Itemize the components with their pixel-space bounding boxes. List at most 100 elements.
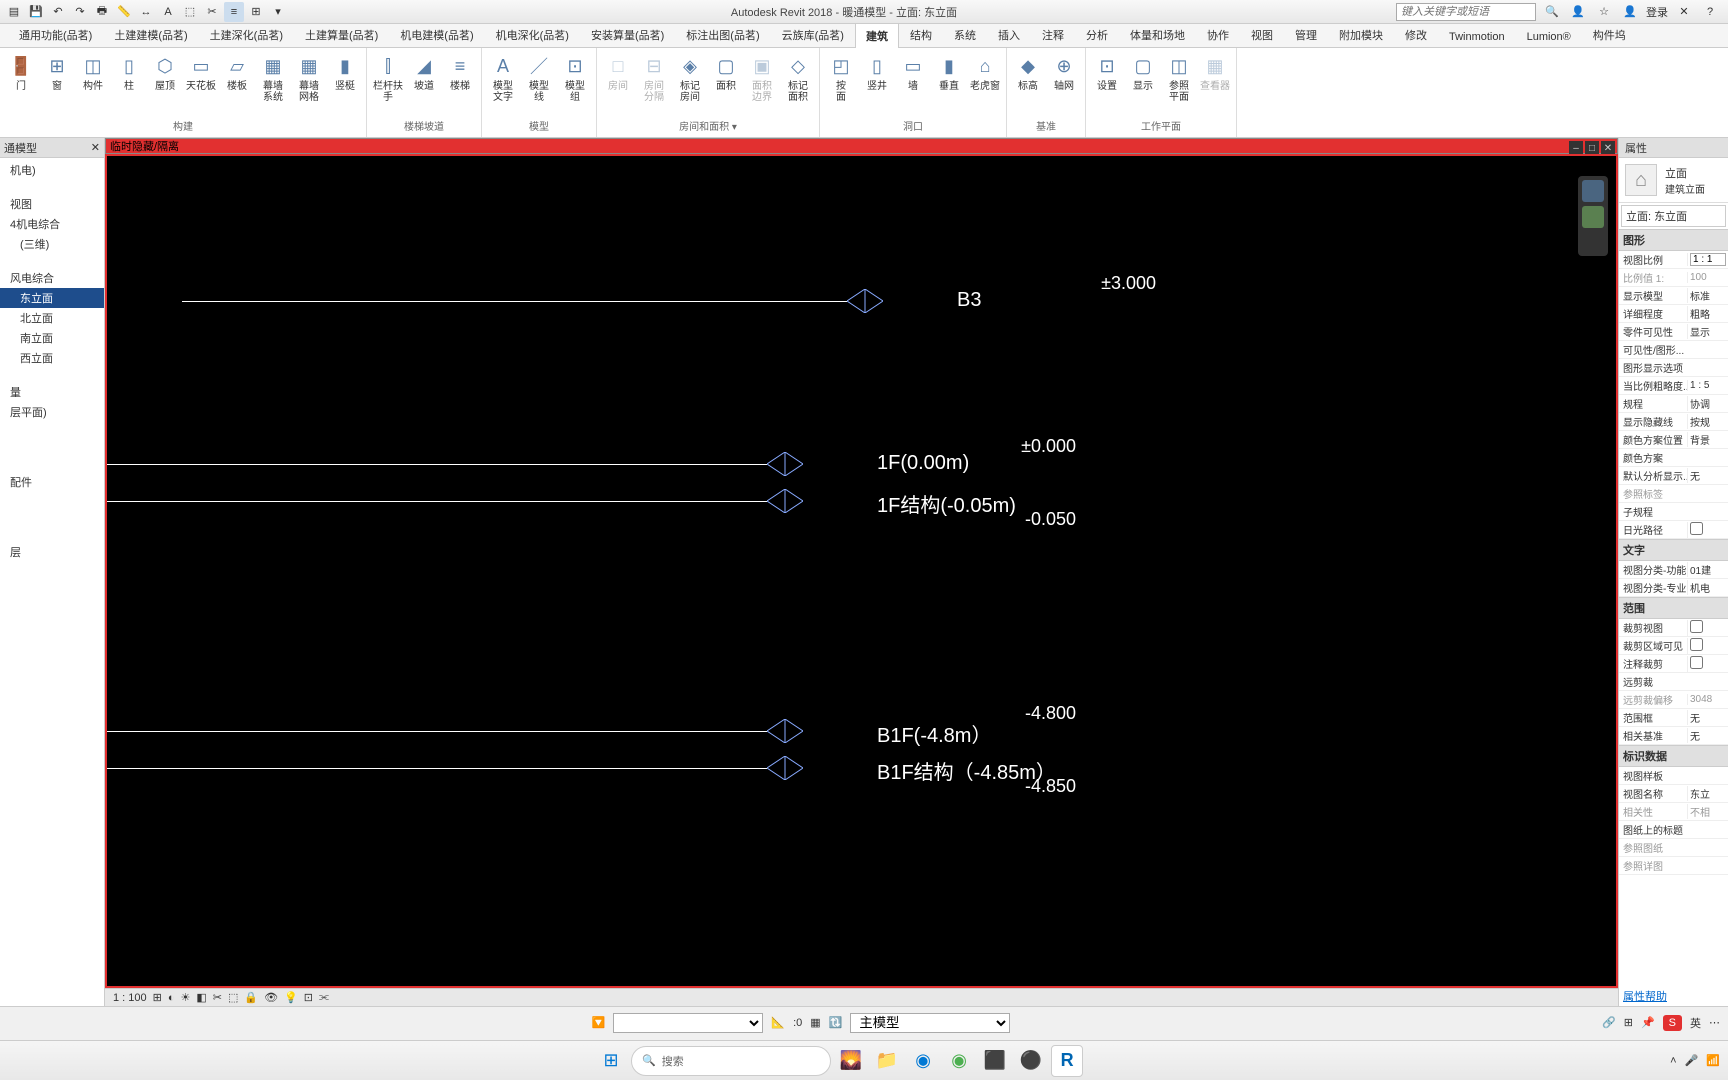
props-row[interactable]: 颜色方案位置背景 [1619,431,1728,449]
tree-item-12[interactable]: 层 [0,542,104,562]
tree-item-8[interactable]: 西立面 [0,348,104,368]
level-name[interactable]: 1F结构(-0.05m) [877,489,1016,518]
ribbon-btn-5-1[interactable]: ⊕轴网 [1047,50,1081,94]
ribbon-tab-5[interactable]: 机电深化(品茗) [485,22,580,47]
props-row[interactable]: 视图名称东立 [1619,785,1728,803]
view-close[interactable]: ✕ [1601,141,1615,155]
props-row[interactable]: 详细程度粗略 [1619,305,1728,323]
tray-mic-icon[interactable]: 🎤 [1685,1054,1699,1067]
ribbon-tab-9[interactable]: 建筑 [855,23,899,48]
ribbon-btn-0-7[interactable]: ▦幕墙系统 [256,50,290,105]
selection-filter-icon[interactable]: 🔽 [592,1016,606,1029]
tree-item-7[interactable]: 南立面 [0,328,104,348]
ribbon-btn-0-8[interactable]: ▦幕墙网格 [292,50,326,105]
level-line[interactable] [107,501,767,502]
visual-style-icon[interactable]: ◐ [168,992,175,1004]
taskbar-app-1[interactable]: 🌄 [835,1045,867,1077]
props-group-header[interactable]: 文字 [1619,539,1728,561]
ribbon-btn-4-1[interactable]: ▯竖井 [860,50,894,94]
status-more-icon[interactable]: ⋯ [1709,1016,1720,1029]
props-row[interactable]: 视图分类-功能01建 [1619,561,1728,579]
search-icon[interactable]: 🔍 [1542,2,1562,22]
props-row[interactable]: 子规程 [1619,503,1728,521]
qat-close[interactable]: ⊞ [246,2,266,22]
select-underlay-icon[interactable]: ⊞ [1624,1016,1633,1029]
qat-text[interactable]: A [158,2,178,22]
ribbon-tab-16[interactable]: 协作 [1196,22,1240,47]
editable-only-icon[interactable]: 🔃 [829,1016,843,1029]
props-row[interactable]: 视图样板 [1619,767,1728,785]
ribbon-tab-14[interactable]: 分析 [1075,22,1119,47]
ribbon-btn-6-0[interactable]: ⊡设置 [1090,50,1124,94]
level-marker-icon[interactable] [767,719,803,743]
ribbon-btn-0-1[interactable]: ⊞窗 [40,50,74,94]
qat-undo[interactable]: ↶ [48,2,68,22]
tree-item-4[interactable]: 风电综合 [0,268,104,288]
ribbon-tab-17[interactable]: 视图 [1240,22,1284,47]
ribbon-btn-0-9[interactable]: ▮竖梃 [328,50,362,94]
tree-item-2[interactable]: 4机电综合 [0,214,104,234]
props-checkbox[interactable] [1690,656,1703,669]
level-marker-icon[interactable] [847,289,883,313]
design-option-combo[interactable]: 主模型 [850,1013,1010,1033]
qat-switch[interactable]: ▾ [268,2,288,22]
lock-3d-icon[interactable]: 🔒 [244,991,258,1004]
reveal-hidden-icon[interactable]: 💡 [284,991,298,1004]
level-marker-icon[interactable] [767,489,803,513]
tray-chevron-icon[interactable]: ˄ [1670,1055,1676,1067]
tree-item-9[interactable]: 量 [0,382,104,402]
level-marker-icon[interactable] [767,452,803,476]
level-line[interactable] [107,768,767,769]
detail-level-icon[interactable]: ⊞ [153,991,162,1004]
ribbon-tab-20[interactable]: 修改 [1394,22,1438,47]
ribbon-btn-3-3[interactable]: ▢面积 [709,50,743,94]
select-links-icon[interactable]: 🔗 [1602,1016,1616,1029]
crop-view-icon[interactable]: ✂ [213,991,222,1004]
props-row[interactable]: 远剪裁偏移3048 [1619,691,1728,709]
props-row[interactable]: 参照详图 [1619,857,1728,875]
props-row[interactable]: 显示隐藏线按规 [1619,413,1728,431]
ribbon-btn-2-1[interactable]: ／模型线 [522,50,556,105]
props-checkbox[interactable] [1690,620,1703,633]
properties-help-link[interactable]: 属性帮助 [1619,986,1728,1006]
shadows-icon[interactable]: ◧ [196,991,206,1004]
props-row[interactable]: 范围框无 [1619,709,1728,727]
level-line[interactable] [182,301,847,302]
props-row[interactable]: 参照图纸 [1619,839,1728,857]
props-row[interactable]: 日光路径 [1619,521,1728,539]
ribbon-btn-0-2[interactable]: ◫构件 [76,50,110,94]
ribbon-tab-22[interactable]: Lumion® [1516,26,1582,47]
login-link[interactable]: 登录 [1646,4,1668,20]
props-row[interactable]: 零件可见性显示 [1619,323,1728,341]
level-name[interactable]: B1F(-4.8m） [877,719,991,748]
ribbon-btn-0-3[interactable]: ▯柱 [112,50,146,94]
ribbon-btn-4-3[interactable]: ▮垂直 [932,50,966,94]
props-input[interactable] [1690,253,1726,266]
qat-save[interactable]: 💾 [26,2,46,22]
props-checkbox[interactable] [1690,522,1703,535]
tray-wifi-icon[interactable]: 📶 [1706,1054,1720,1067]
view-maximize[interactable]: □ [1585,141,1599,155]
view-scale[interactable]: 1 : 100 [113,992,147,1004]
ribbon-btn-6-1[interactable]: ▢显示 [1126,50,1160,94]
taskbar-app-2[interactable]: 📁 [871,1045,903,1077]
ribbon-tab-18[interactable]: 管理 [1284,22,1328,47]
ribbon-btn-4-4[interactable]: ⌂老虎窗 [968,50,1002,94]
start-button[interactable]: ⊞ [595,1045,627,1077]
ribbon-btn-1-1[interactable]: ◢坡道 [407,50,441,94]
account-icon[interactable]: 👤 [1620,2,1640,22]
filter-icon[interactable]: ▦ [810,1016,820,1029]
workset-combo[interactable] [613,1013,763,1033]
view-minimize[interactable]: – [1569,141,1583,155]
ribbon-btn-0-0[interactable]: 🚪门 [4,50,38,94]
type-selector[interactable]: 立面: 东立面 [1621,205,1726,227]
props-row[interactable]: 裁剪视图 [1619,619,1728,637]
props-row[interactable]: 图纸上的标题 [1619,821,1728,839]
sun-path-icon[interactable]: ☀ [181,991,191,1004]
qat-3d[interactable]: ⬚ [180,2,200,22]
taskbar-revit[interactable]: R [1051,1045,1083,1077]
props-row[interactable]: 规程协调 [1619,395,1728,413]
ribbon-tab-0[interactable]: 通用功能(品茗) [8,22,103,47]
ribbon-btn-2-2[interactable]: ⊡模型组 [558,50,592,105]
tree-item-6[interactable]: 北立面 [0,308,104,328]
